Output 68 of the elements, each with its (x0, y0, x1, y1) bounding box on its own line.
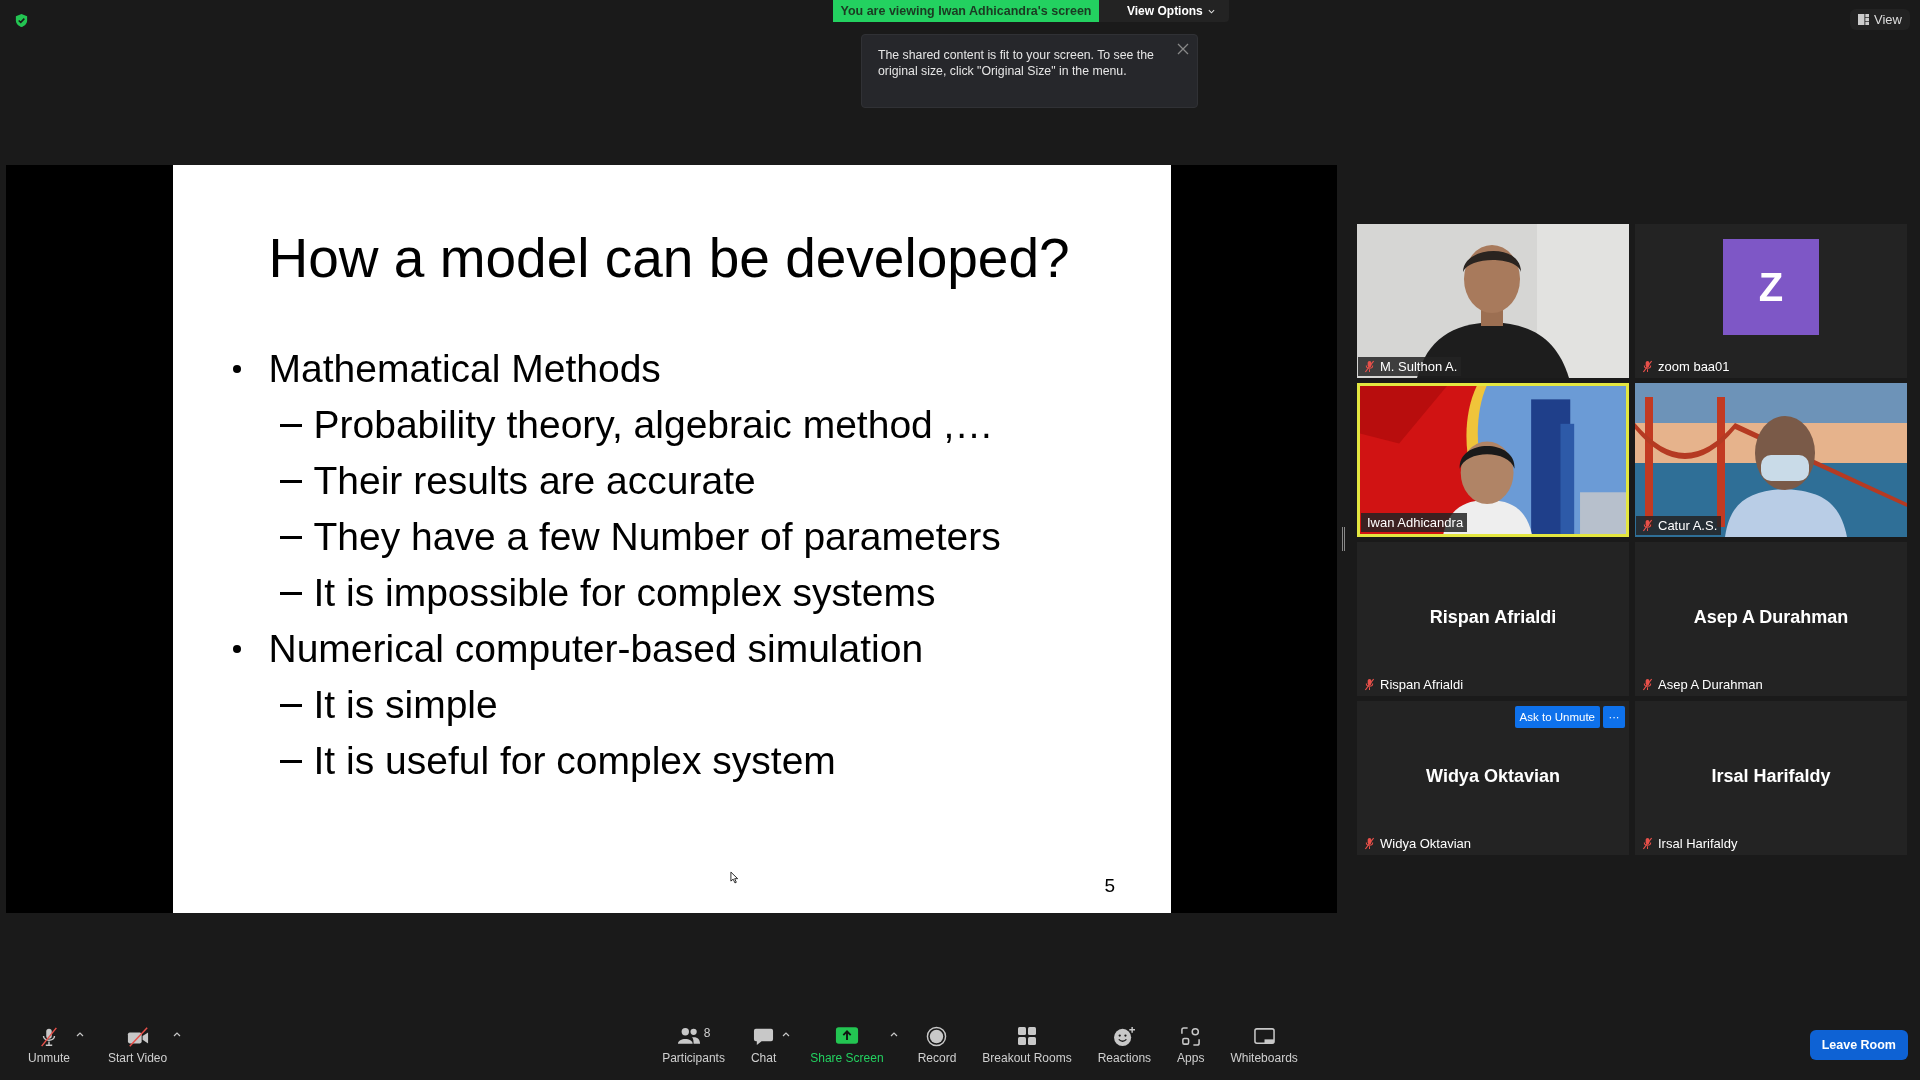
dash-icon (279, 423, 302, 427)
bullet-text: Mathematical Methods (268, 346, 661, 392)
more-button[interactable]: ··· (1603, 706, 1625, 728)
people-icon (676, 1025, 701, 1045)
grid-icon (1017, 1025, 1037, 1046)
sub-bullet-text: Their results are accurate (313, 458, 756, 504)
caret-icon[interactable] (76, 1031, 85, 1037)
record-icon (926, 1025, 948, 1047)
toolbar-button[interactable]: Record (911, 1025, 963, 1065)
sub-bullet-text: It is impossible for complex systems (313, 570, 936, 616)
leave-room-button[interactable]: Leave Room (1809, 1030, 1908, 1060)
participant-name: Irsal Harifaldy (1711, 765, 1831, 787)
toolbar-button[interactable]: Breakout Rooms (976, 1025, 1078, 1065)
dash-icon (279, 535, 302, 539)
dash-icon (279, 703, 302, 707)
participant-count: 8 (703, 1025, 711, 1040)
sub-bullet-text: They have a few Number of parameters (313, 514, 1001, 560)
ask-to-unmute-button[interactable]: Ask to Unmute (1514, 706, 1600, 728)
toolbar-button[interactable]: Share Screen (804, 1025, 890, 1065)
sub-bullet-text: It is useful for complex system (313, 738, 836, 784)
participant-name: Widya Oktavian (1426, 765, 1560, 787)
close-icon[interactable] (1177, 43, 1189, 55)
emoji-icon (1112, 1025, 1136, 1047)
resize-handle[interactable] (1342, 527, 1345, 551)
muted-mic-icon (38, 1025, 60, 1048)
toolbar-button[interactable]: Start Video (102, 1025, 174, 1065)
dash-icon (279, 759, 302, 763)
participant-name-label: Widya Oktavian (1380, 836, 1472, 851)
participant-name-label: Rispan Afrialdi (1380, 677, 1464, 692)
toolbar-button[interactable]: 8 Participants (656, 1025, 731, 1065)
shield-icon[interactable] (14, 13, 29, 28)
share-screen-icon (834, 1025, 859, 1045)
participant-name: Asep A Durahman (1693, 606, 1849, 628)
caret-icon (1207, 8, 1215, 14)
page-number: 5 (1104, 875, 1116, 897)
caret-icon[interactable] (782, 1031, 791, 1037)
slide-title: How a model can be developed? (267, 226, 1071, 291)
participant-name: Rispan Afrialdi (1429, 606, 1557, 628)
view-options-button[interactable]: View Options (1099, 0, 1229, 22)
bullet-icon (232, 365, 241, 373)
participant-name-label: Irsal Harifaldy (1658, 836, 1738, 851)
participant-name-label: Iwan Adhicandra (1367, 515, 1464, 530)
dash-icon (279, 591, 302, 595)
video-off-icon (125, 1025, 150, 1048)
dash-icon (279, 479, 302, 483)
participant-name-label: Asep A Durahman (1658, 677, 1763, 692)
screen-share-banner: You are viewing Iwan Adhicandra's screen (833, 0, 1099, 22)
toolbar-button[interactable]: Whiteboards (1224, 1025, 1304, 1065)
participant-name-label: zoom baa01 (1658, 359, 1730, 374)
caret-icon[interactable] (173, 1031, 182, 1037)
participant-name-label: M. Sulthon A. (1380, 359, 1458, 374)
apps-icon (1180, 1025, 1202, 1047)
whiteboard-icon (1252, 1025, 1276, 1047)
toolbar-button[interactable]: Reactions (1091, 1025, 1158, 1065)
bullet-text: Numerical computer-based simulation (268, 626, 924, 672)
toolbar-button[interactable]: Apps (1171, 1025, 1211, 1065)
participant-name-label: Catur A.S. (1658, 518, 1718, 533)
bullet-icon (232, 645, 241, 653)
toolbar-button[interactable]: Unmute (22, 1025, 77, 1065)
sub-bullet-text: Probability theory, algebraic method ,… (313, 402, 994, 448)
caret-icon[interactable] (889, 1031, 898, 1037)
toolbar-button[interactable]: Chat (744, 1025, 783, 1065)
view-button[interactable]: View (1850, 9, 1910, 30)
tooltip-text: The shared content is fit to your screen. To see the original size, click "Original Size" in the menu. (878, 47, 1155, 79)
layout-icon (1858, 14, 1870, 25)
sub-bullet-text: It is simple (313, 682, 498, 728)
avatar-tile: Z (1723, 239, 1819, 335)
cursor-icon (729, 870, 739, 884)
